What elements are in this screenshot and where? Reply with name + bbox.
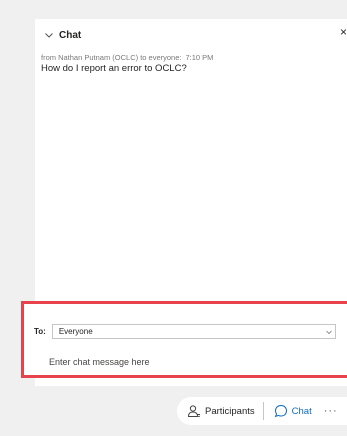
chevron-down-icon[interactable]	[43, 29, 55, 41]
compose-area: To: Everyone	[21, 301, 347, 378]
participants-button[interactable]: Participants	[187, 397, 255, 425]
message-text: How do I report an error to OCLC?	[41, 63, 187, 74]
participants-label: Participants	[205, 405, 255, 417]
chat-header[interactable]: Chat	[43, 28, 81, 42]
close-icon[interactable]: ×	[340, 25, 347, 39]
participants-icon	[187, 405, 200, 417]
chat-label: Chat	[291, 405, 312, 417]
bottom-toolbar: Participants Chat ···	[177, 397, 347, 425]
chat-message-input[interactable]	[49, 354, 329, 370]
toolbar-divider	[262, 402, 264, 420]
chat-title: Chat	[59, 29, 82, 41]
recipient-select[interactable]: Everyone	[51, 324, 336, 339]
to-label: To:	[34, 327, 46, 336]
message-meta: from Nathan Putnam (OCLC) to everyone: 7:…	[41, 53, 213, 62]
message-time: 7:10 PM	[185, 53, 214, 62]
more-icon[interactable]: ···	[324, 405, 338, 417]
chat-button[interactable]: Chat	[274, 397, 312, 425]
recipient-value: Everyone	[58, 327, 93, 336]
dropdown-arrow-icon	[326, 330, 332, 335]
chat-bubble-icon	[274, 404, 287, 418]
recipient-row: To: Everyone	[34, 324, 336, 339]
message-sender: from Nathan Putnam (OCLC) to everyone:	[41, 53, 182, 62]
